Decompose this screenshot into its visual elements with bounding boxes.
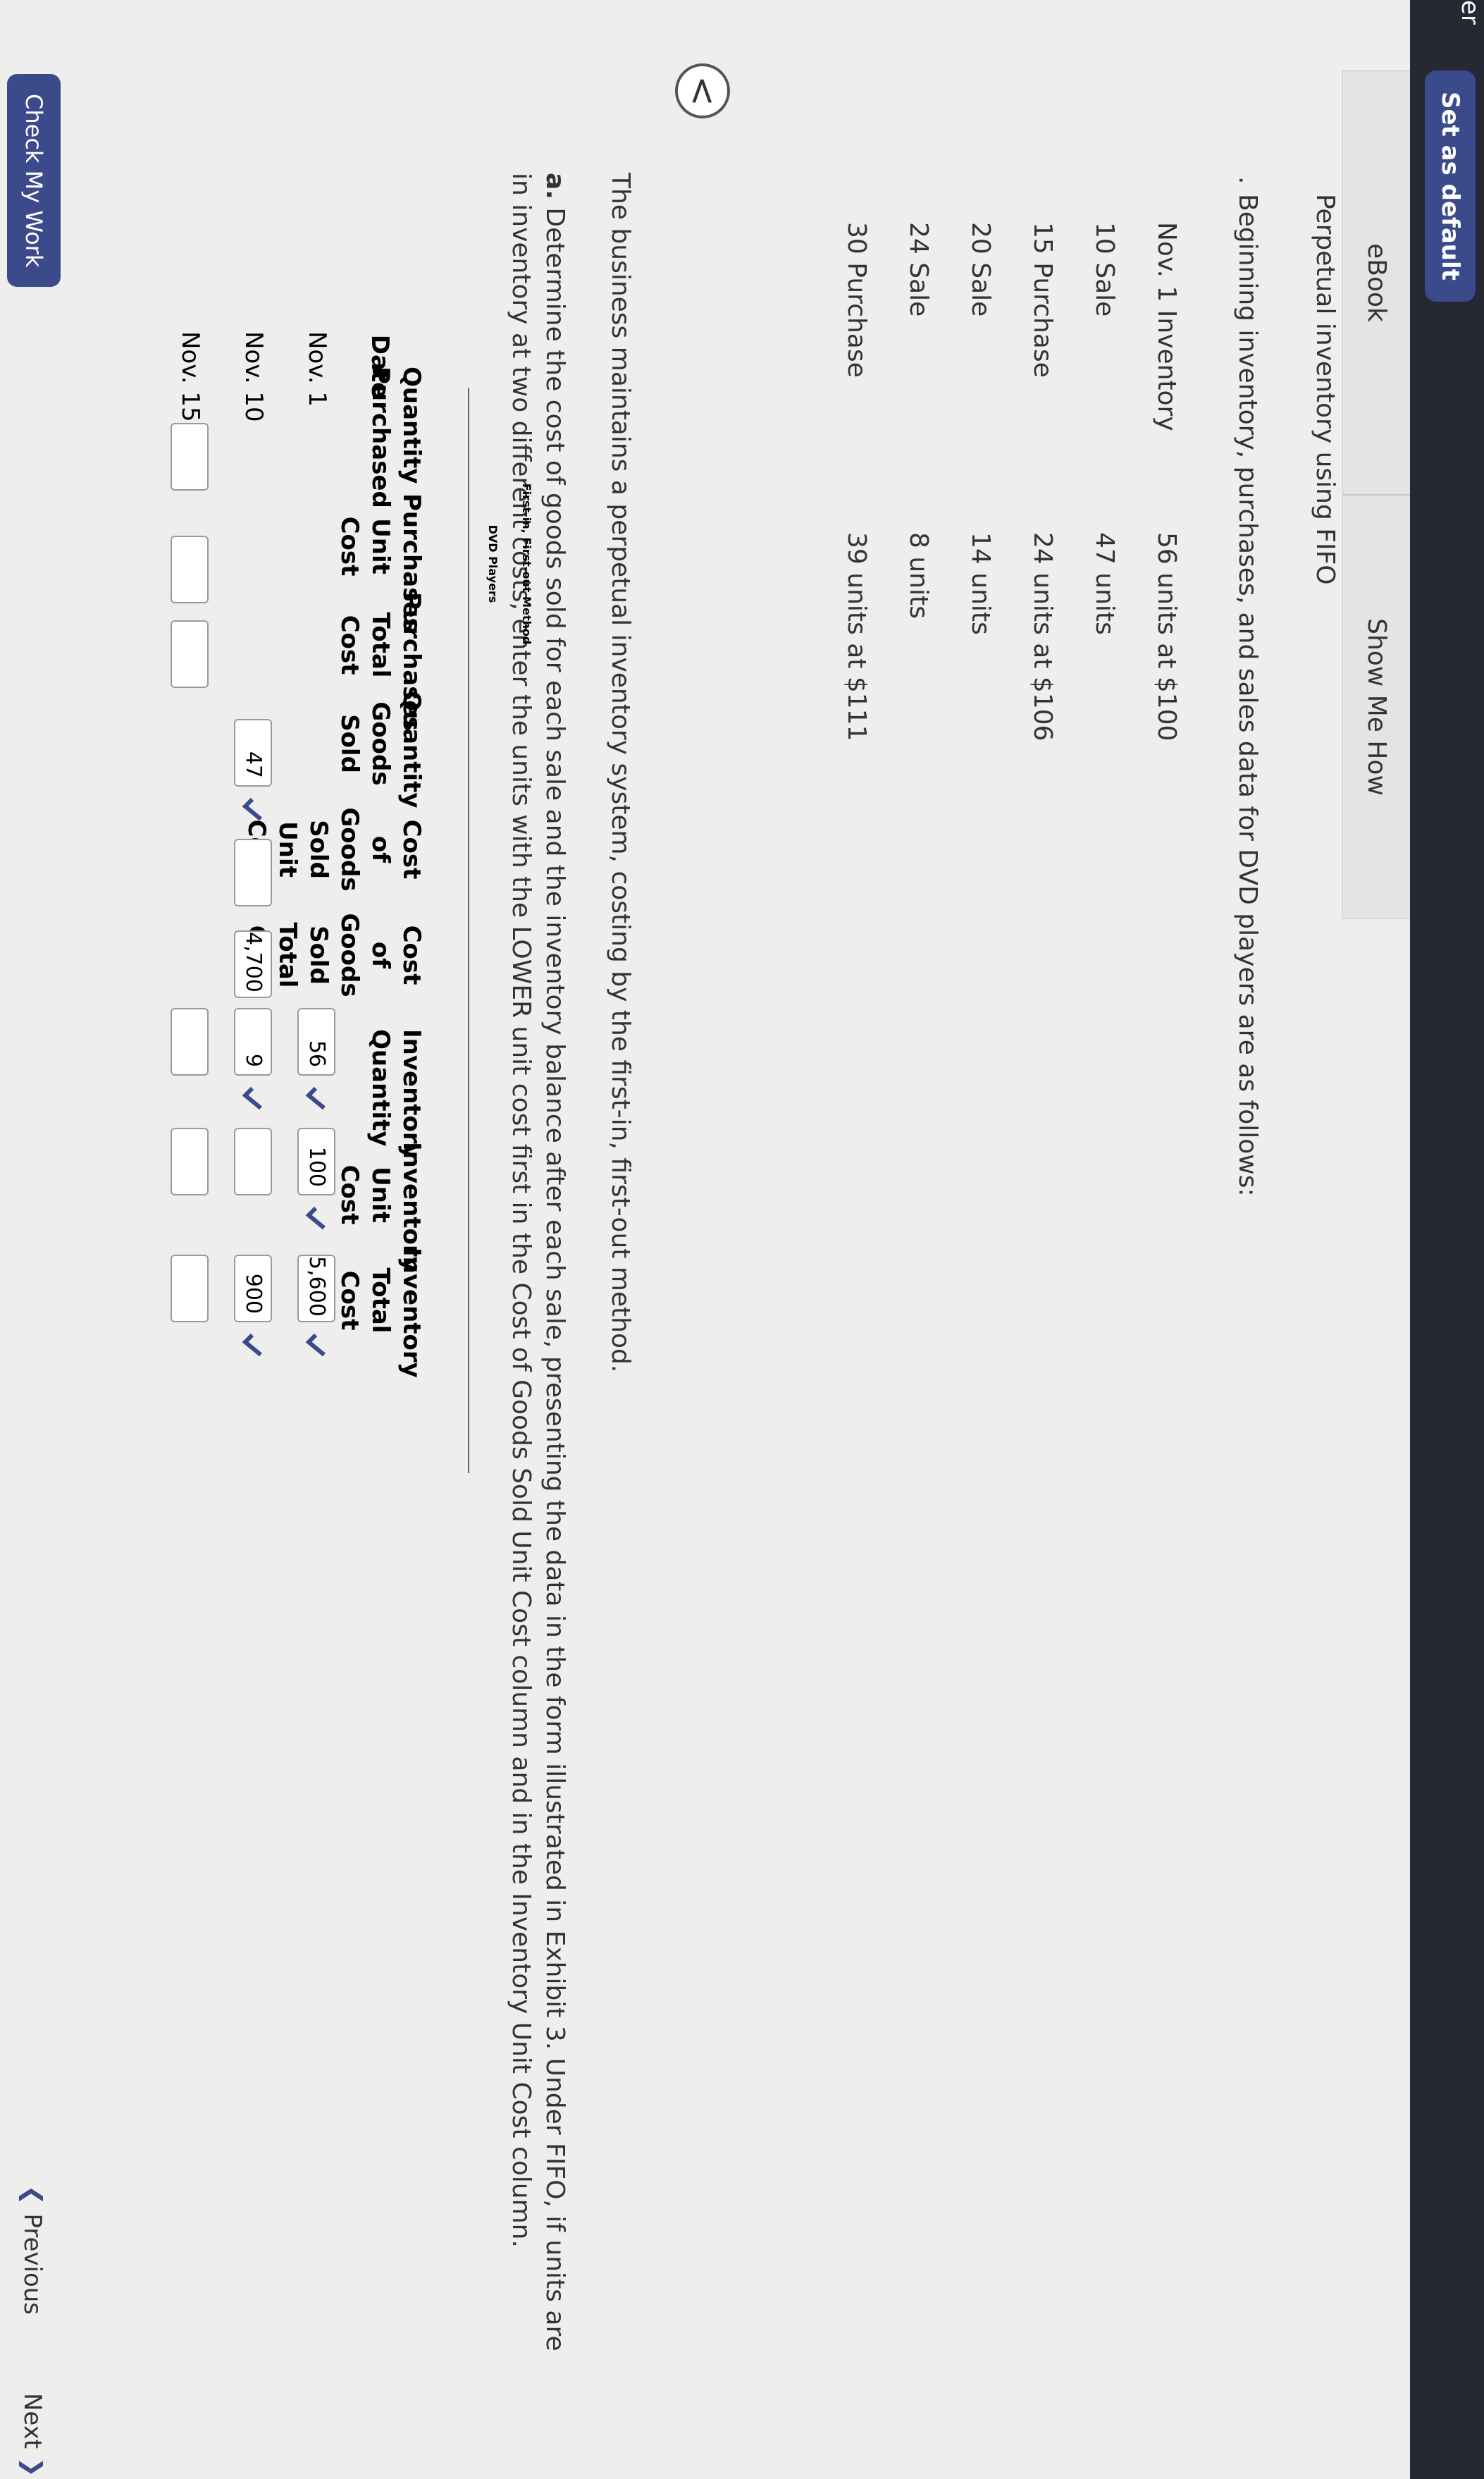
question-label: a. — [540, 173, 569, 199]
data-row-label: 15 Purchase — [1028, 222, 1057, 378]
table-divider — [468, 388, 469, 1473]
inventory-unit-cost-input[interactable] — [171, 1128, 209, 1195]
column-header: Purchases Unit Cost — [335, 493, 426, 632]
check-icon — [242, 797, 262, 821]
top-bar: er Set as default — [1410, 0, 1484, 2479]
table-row-date: Nov. 10 — [240, 331, 268, 422]
data-row-value: 14 units — [966, 532, 995, 635]
cogs-unit-cost-input[interactable] — [234, 839, 272, 906]
quantity-goods-sold-input[interactable]: 47 — [234, 719, 272, 787]
check-icon — [305, 1206, 326, 1230]
table-title-method: First-in, First-out Method — [520, 483, 533, 645]
purchases-unit-cost-input[interactable] — [171, 536, 209, 603]
data-row-label: 30 Purchase — [842, 222, 871, 378]
list-item: 15 Purchase 24 units at $106 — [995, 222, 1057, 741]
column-header: Purchases Total Cost — [335, 592, 426, 731]
inventory-total-cost-input[interactable] — [171, 1255, 209, 1322]
inventory-unit-cost-input[interactable]: 100 — [297, 1128, 335, 1195]
purchases-total-cost-input[interactable] — [171, 620, 209, 688]
table-row-date: Nov. 15 — [176, 331, 204, 422]
list-item: 10 Sale 47 units — [1057, 222, 1119, 741]
previous-button[interactable]: ❮ Previous — [18, 2185, 47, 2315]
inventory-unit-cost-input[interactable] — [234, 1128, 272, 1195]
list-item: Nov. 1 Inventory 56 units at $100 — [1119, 222, 1181, 741]
list-item: 30 Purchase 39 units at $111 — [809, 222, 871, 741]
column-header: Quantity Goods Sold — [335, 691, 426, 808]
check-icon — [242, 1333, 262, 1357]
column-header: Inventory Quantity — [366, 1029, 426, 1159]
table-title: First-in, First-out Method DVD Players — [476, 388, 543, 740]
list-item: 24 Sale 8 units — [871, 222, 933, 741]
back-arrow-icon[interactable]: < — [675, 63, 730, 118]
data-row-value: 39 units at $111 — [842, 532, 871, 742]
tab-show-me-how[interactable]: Show Me How — [1342, 495, 1410, 919]
data-row-value: 47 units — [1090, 532, 1119, 635]
table-title-product: DVD Players — [486, 524, 500, 603]
footer-bar — [0, 0, 82, 2479]
check-icon — [305, 1086, 326, 1110]
next-button[interactable]: Next ❯ — [18, 2393, 47, 2478]
chevron-right-icon: ❯ — [18, 2449, 47, 2478]
inventory-total-cost-input[interactable]: 900 — [234, 1255, 272, 1322]
check-my-work-button[interactable]: Check My Work — [7, 74, 61, 288]
list-item: 20 Sale 14 units — [933, 222, 995, 741]
table-row-date: Nov. 1 — [303, 331, 331, 407]
data-row-label: 24 Sale — [904, 222, 933, 317]
data-row-value: 56 units at $100 — [1152, 532, 1181, 742]
inventory-quantity-input[interactable]: 9 — [234, 1008, 272, 1076]
chevron-left-icon: ❮ — [18, 2185, 47, 2214]
tab-ebook[interactable]: eBook — [1342, 70, 1410, 495]
column-header: Inventory Total Cost — [335, 1248, 426, 1378]
next-label: Next — [18, 2393, 47, 2449]
column-header: Inventory Unit Cost — [335, 1142, 426, 1272]
inventory-quantity-input[interactable] — [171, 1008, 209, 1076]
check-icon — [242, 1086, 262, 1110]
data-row-value: 8 units — [904, 532, 933, 619]
inventory-total-cost-input[interactable]: 5,600 — [297, 1255, 335, 1322]
tab-bar: eBook Show Me How — [1342, 70, 1410, 919]
cogs-total-cost-input[interactable]: 4,700 — [234, 930, 272, 998]
check-icon — [305, 1333, 326, 1357]
topbar-cut-text: er — [1456, 0, 1484, 25]
quantity-purchased-input[interactable] — [171, 423, 209, 491]
data-row-label: Nov. 1 Inventory — [1152, 222, 1181, 431]
column-header: Quantity Purchased — [366, 367, 426, 508]
screen: er Set as default eBook Show Me How Perp… — [0, 0, 1484, 2479]
problem-intro: Beginning inventory, purchases, and sale… — [1233, 194, 1262, 1197]
intro-bullet: . — [1233, 176, 1262, 185]
set-as-default-button[interactable]: Set as default — [1425, 70, 1476, 302]
business-text: The business maintains a perpetual inven… — [606, 173, 635, 1373]
inventory-data-list: Nov. 1 Inventory 56 units at $100 10 Sale… — [809, 222, 1181, 741]
problem-title: Perpetual inventory using FIFO — [1311, 194, 1340, 585]
inventory-quantity-input[interactable]: 56 — [297, 1008, 335, 1076]
data-row-label: 10 Sale — [1090, 222, 1119, 317]
data-row-value: 24 units at $106 — [1028, 532, 1057, 742]
previous-label: Previous — [18, 2213, 47, 2315]
data-row-label: 20 Sale — [966, 222, 995, 317]
